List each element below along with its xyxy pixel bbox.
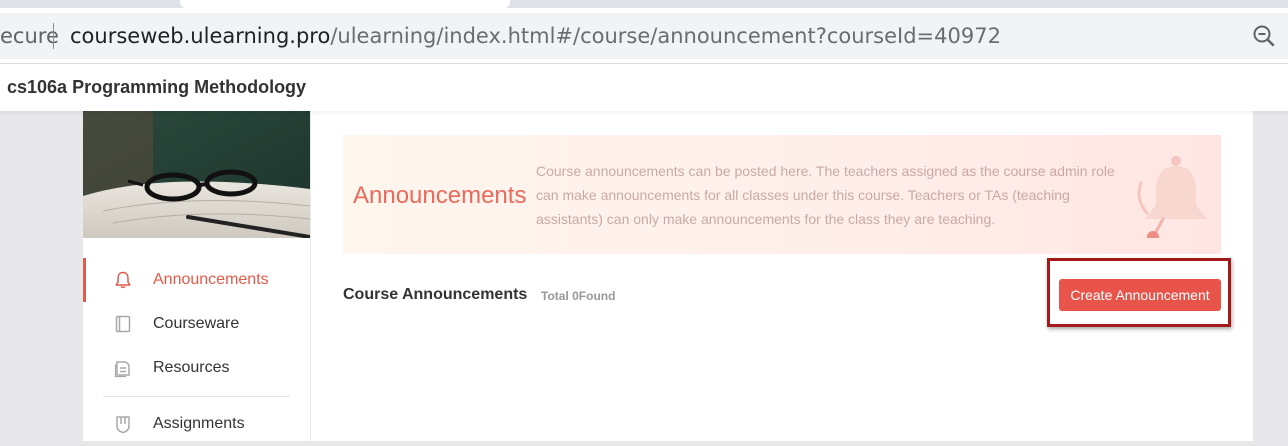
sidebar-divider <box>310 111 311 441</box>
banner-description: Course announcements can be posted here.… <box>536 163 1115 227</box>
bell-illustration-icon <box>1137 156 1207 238</box>
highlight-annotation-box <box>1047 258 1231 327</box>
url-path: /ulearning/index.html#/course/announceme… <box>330 24 1001 48</box>
course-sidebar-nav: Announcements Courseware Resources Assig… <box>83 258 310 446</box>
course-title: cs106a Programming Methodology <box>7 77 307 97</box>
address-bar[interactable]: ecure courseweb.ulearning.pro/ulearning/… <box>0 13 1288 59</box>
book-icon <box>115 315 131 333</box>
security-indicator[interactable]: ecure <box>0 24 59 48</box>
sidebar-item-label: Announcements <box>153 271 269 288</box>
sidebar-item-assignments[interactable]: Assignments <box>83 402 310 446</box>
course-cover-image <box>83 111 310 238</box>
sidebar-item-label: Assignments <box>153 415 245 432</box>
resources-icon <box>114 361 130 378</box>
url-host: courseweb.ulearning.pro <box>70 24 331 48</box>
sidebar-item-label: Courseware <box>153 315 240 332</box>
zoom-out-icon[interactable] <box>1250 22 1278 50</box>
browser-tab-strip <box>0 0 1288 8</box>
announcement-count: Total 0Found <box>541 289 616 303</box>
sidebar-item-label: Resources <box>153 359 230 376</box>
sidebar-item-announcements[interactable]: Announcements <box>83 258 310 302</box>
bell-icon <box>115 271 131 289</box>
sidebar-item-courseware[interactable]: Courseware <box>83 302 310 346</box>
course-header: cs106a Programming Methodology <box>0 64 1288 111</box>
banner-title: Announcements <box>353 182 527 209</box>
cover-illustration <box>83 111 310 238</box>
sidebar-separator <box>83 390 310 402</box>
address-separator <box>53 23 54 49</box>
browser-toolbar: ecure courseweb.ulearning.pro/ulearning/… <box>0 8 1288 64</box>
url-text[interactable]: courseweb.ulearning.pro/ulearning/index.… <box>70 24 1001 48</box>
browser-active-tab[interactable] <box>180 0 510 8</box>
sidebar-item-resources[interactable]: Resources <box>83 346 310 390</box>
announcements-banner: Announcements Course announcements can b… <box>343 135 1221 254</box>
assignment-icon <box>116 416 130 434</box>
section-title: Course Announcements <box>343 286 528 303</box>
